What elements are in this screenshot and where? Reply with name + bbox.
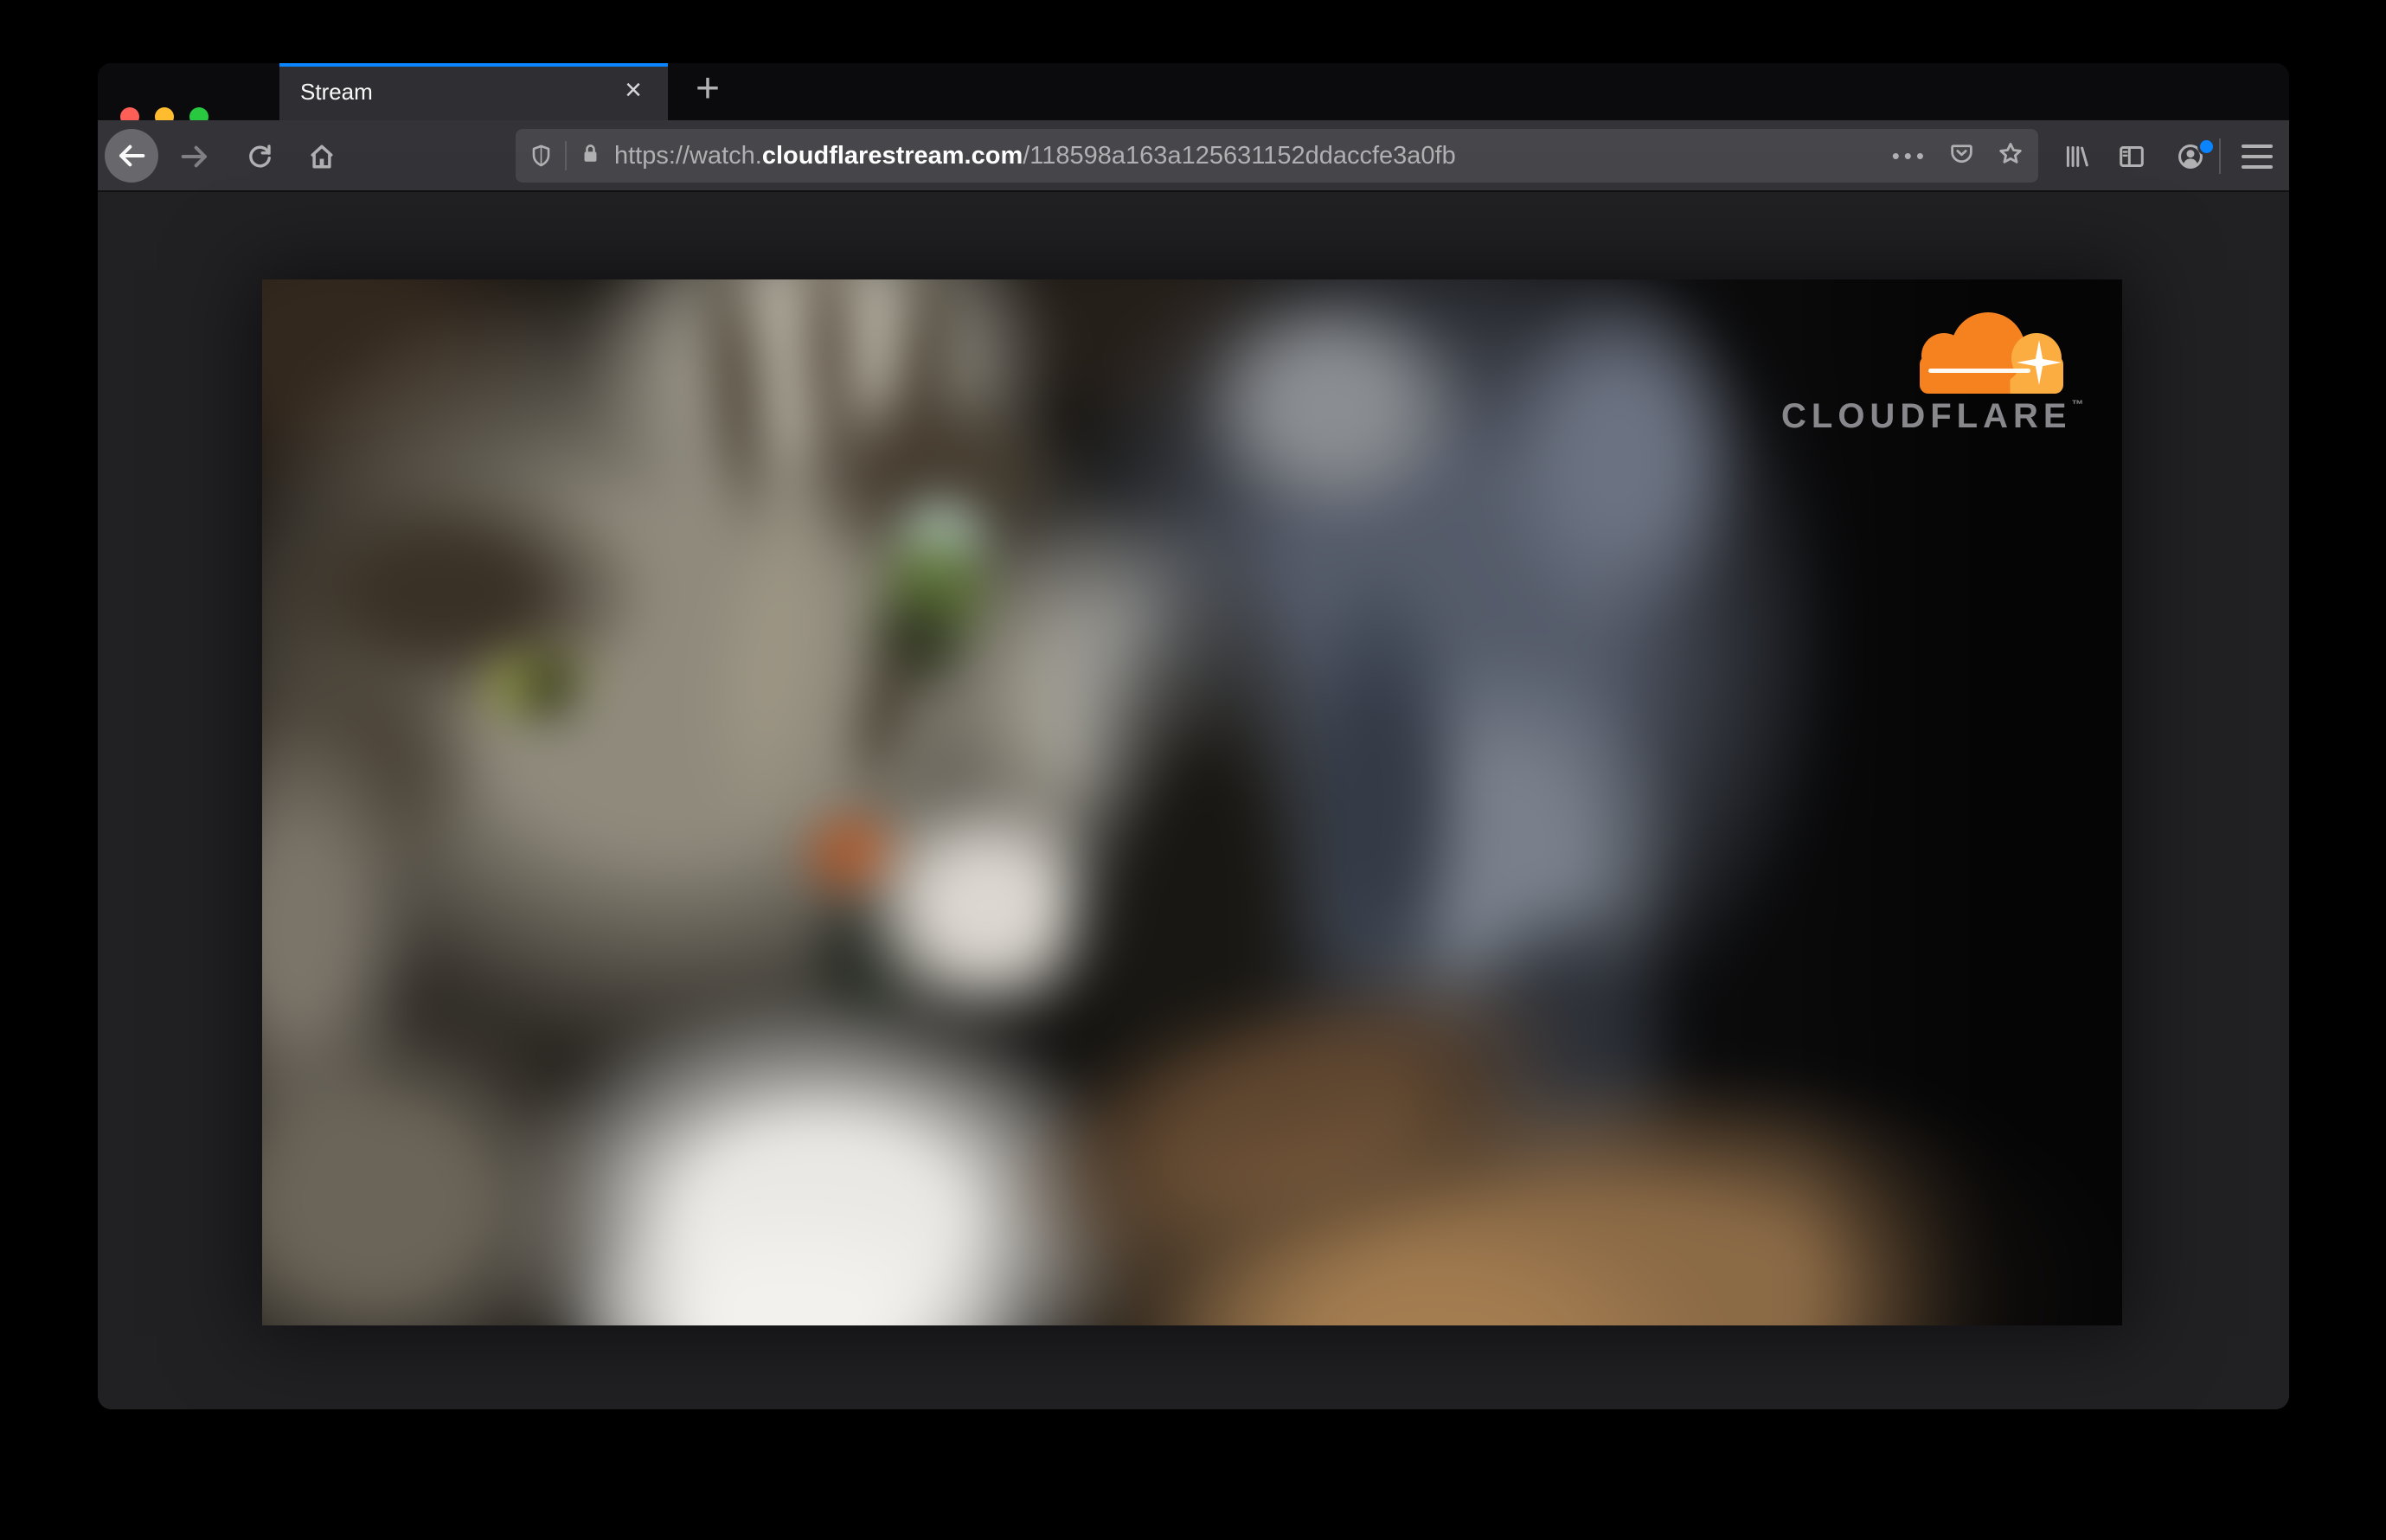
url-scheme: https://watch. [614,141,762,170]
url-text[interactable]: https://watch.cloudflarestream.com/11859… [614,142,1456,170]
address-bar-divider [565,141,567,170]
forward-arrow-icon [181,145,207,167]
cloudflare-cloud-icon [1920,312,2067,394]
home-icon [311,144,333,168]
back-button[interactable] [105,129,158,183]
home-button[interactable] [305,120,339,192]
browser-window: Stream × + https://watch.cloudflarestrea… [98,63,2289,1409]
library-icon [2066,145,2088,167]
cloudflare-wordmark: CLOUDFLARE™ [1781,397,2084,435]
page-content: CLOUDFLARE™ [98,192,2289,1409]
reload-icon [248,144,271,168]
address-bar-left: https://watch.cloudflarestream.com/11859… [516,129,1456,183]
account-notification-dot [2197,138,2216,156]
address-bar-actions: ••• [1892,129,2026,183]
desktop-background: Stream × + https://watch.cloudflarestrea… [0,0,2386,1540]
url-domain: cloudflarestream.com [761,141,1023,170]
tab-bar: Stream × + [98,63,2289,126]
pocket-save-icon[interactable] [1947,139,1976,172]
video-art-blob [485,651,537,707]
tab-title: Stream [300,79,373,105]
library-button[interactable] [2058,120,2094,192]
sidebar-toggle-button[interactable] [2113,120,2150,192]
tab-stream[interactable]: Stream × [279,63,668,120]
toolbar-divider [2219,138,2221,174]
hamburger-icon [2242,144,2273,148]
video-player[interactable]: CLOUDFLARE™ [262,279,2122,1325]
tab-close-button[interactable]: × [616,63,651,120]
account-button[interactable] [2172,120,2209,192]
tracking-protection-shield-icon[interactable] [528,143,555,170]
bookmark-star-icon[interactable] [1995,138,2026,174]
forward-button[interactable] [177,120,212,192]
video-art-blob [1486,279,1754,644]
cloudflare-logo: CLOUDFLARE™ [1781,312,2084,436]
back-arrow-icon [119,144,145,167]
url-path: /118598a163a125631152ddaccfe3a0fb [1023,141,1456,170]
cloud-motion-line [1928,369,2030,373]
address-bar[interactable]: https://watch.cloudflarestream.com/11859… [516,129,2038,183]
trademark-symbol: ™ [2071,397,2084,411]
navigation-toolbar: https://watch.cloudflarestream.com/11859… [98,120,2289,192]
https-lock-icon[interactable] [577,140,604,171]
video-frame-cat [262,279,2122,1325]
video-art-blob [1184,279,1478,530]
sidebar-icon [2120,145,2144,167]
page-actions-button[interactable]: ••• [1892,129,1928,183]
reload-button[interactable] [242,120,277,192]
new-tab-button[interactable]: + [679,63,736,120]
video-right-vignette [1802,279,2122,1325]
menu-button[interactable] [2240,120,2274,192]
